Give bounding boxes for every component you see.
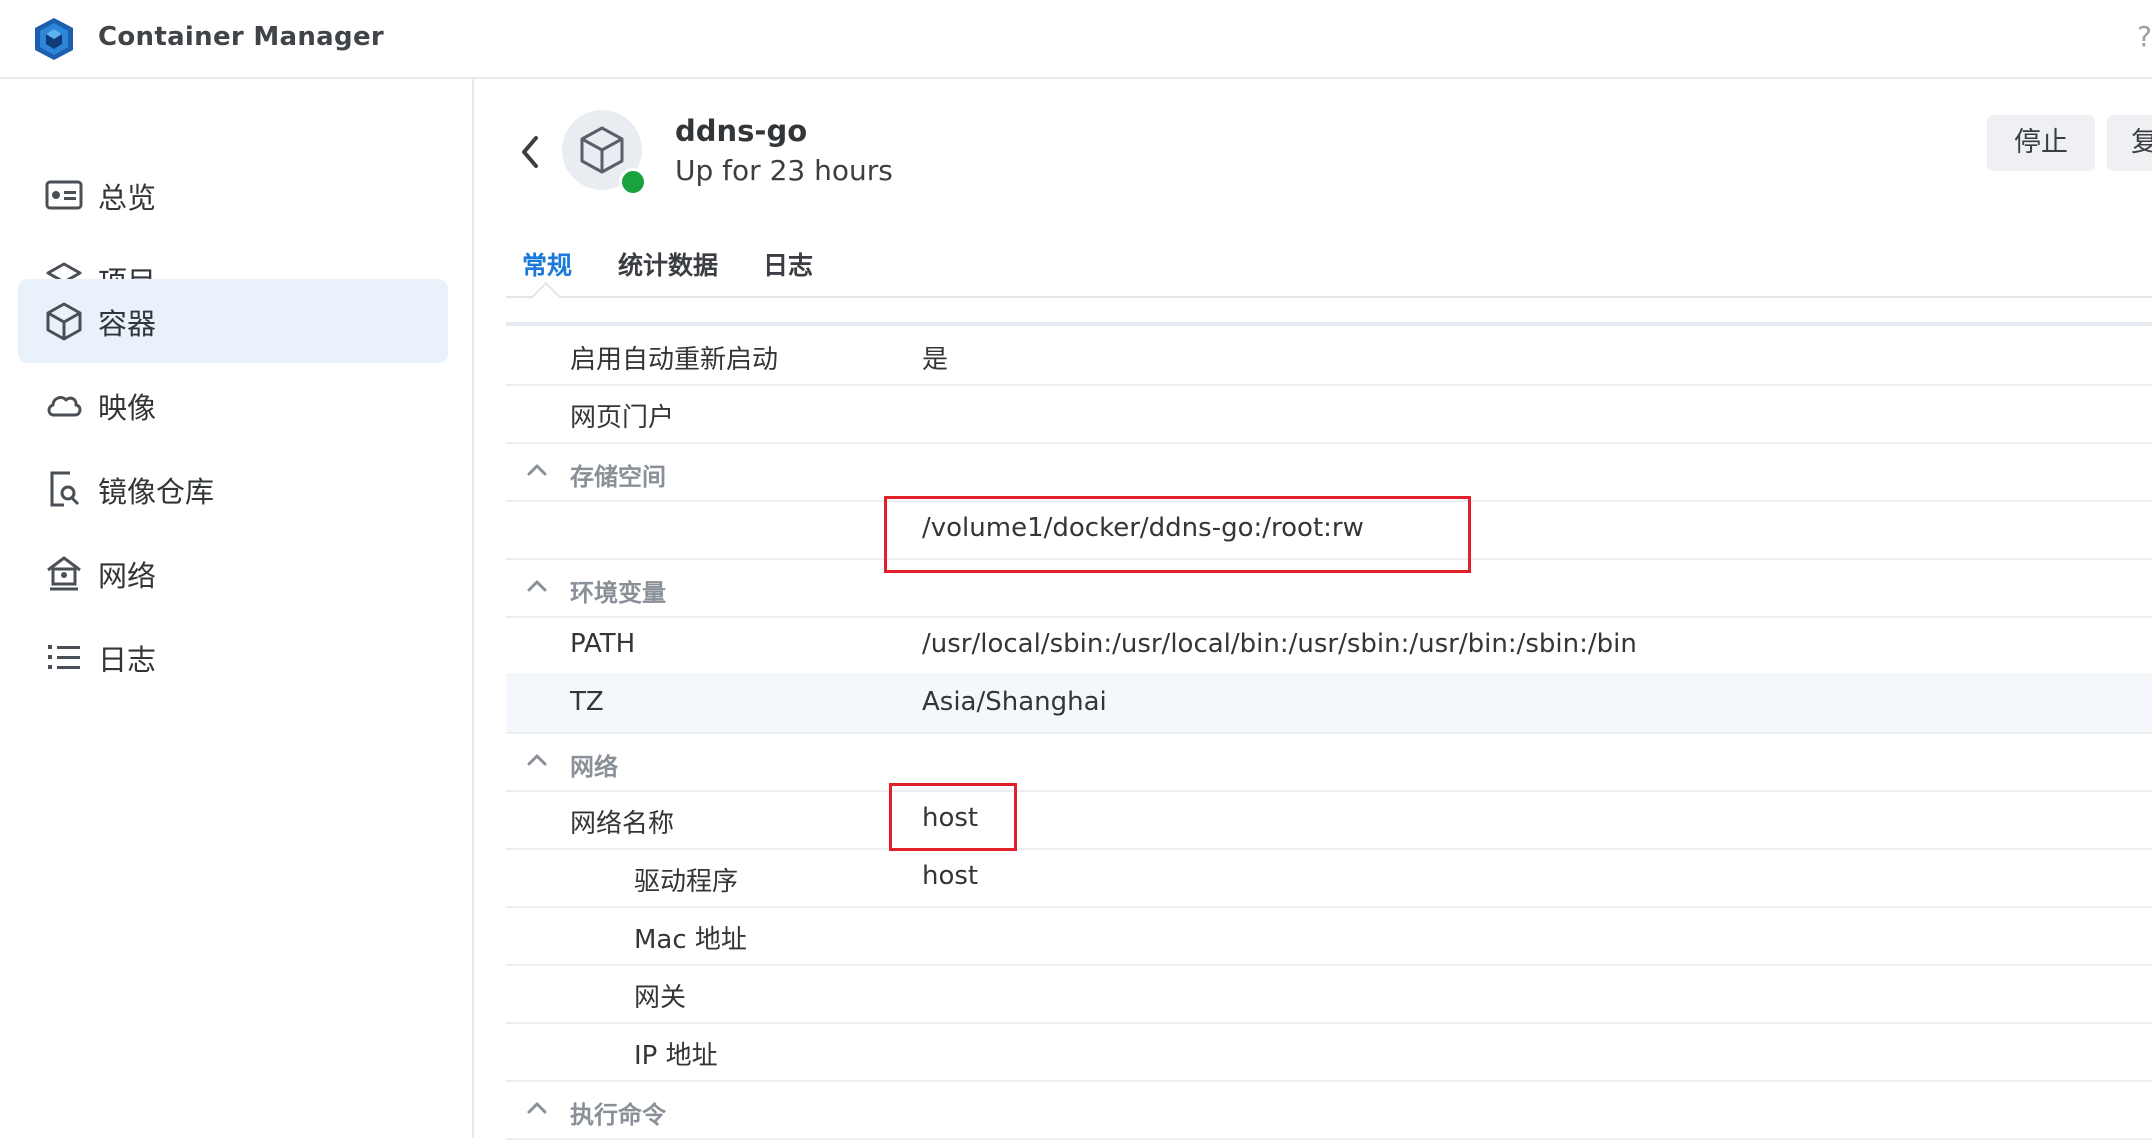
sidebar-item-registry[interactable]: 镜像仓库: [18, 447, 448, 531]
divider: [506, 322, 2152, 326]
tab-statistics[interactable]: 统计数据: [618, 246, 718, 282]
dashboard-icon: [45, 180, 83, 210]
registry-search-icon: [50, 471, 80, 507]
env-row-tz: TZ Asia/Shanghai: [506, 675, 2152, 734]
section-title: 执行命令: [570, 1101, 666, 1129]
app-title: Container Manager: [98, 22, 384, 52]
help-button[interactable]: ?: [2137, 20, 2152, 53]
section-network[interactable]: 网络: [506, 733, 2152, 792]
highlight-box-network-name: [889, 783, 1017, 851]
sidebar-item-label: 网络: [98, 559, 157, 593]
env-row-path: PATH /usr/local/sbin:/usr/local/bin:/usr…: [506, 617, 2152, 676]
row-label: Mac 地址: [634, 925, 747, 955]
sidebar-item-logs[interactable]: 日志: [18, 615, 448, 699]
network-row-mac: Mac 地址: [506, 907, 2152, 966]
copy-button[interactable]: 复: [2107, 115, 2152, 171]
tab-logs[interactable]: 日志: [763, 246, 813, 282]
stop-button[interactable]: 停止: [1987, 115, 2095, 171]
env-value: Asia/Shanghai: [922, 687, 1107, 717]
section-title: 存储空间: [570, 463, 666, 491]
row-label: 网络名称: [570, 809, 675, 839]
title-bar: Container Manager ?: [0, 0, 2152, 79]
env-value: /usr/local/sbin:/usr/local/bin:/usr/sbin…: [922, 629, 1637, 659]
row-label: 网关: [634, 983, 687, 1013]
chevron-up-icon: [527, 580, 547, 592]
highlight-box-volume: [884, 496, 1471, 573]
container-name: ddns-go: [675, 114, 808, 148]
sidebar-item-network[interactable]: 网络: [18, 531, 448, 615]
sidebar-item-containers[interactable]: 容器: [18, 279, 448, 363]
chevron-up-icon: [527, 464, 547, 476]
sidebar-item-label: 容器: [98, 307, 157, 341]
sidebar-item-label: 日志: [98, 643, 157, 677]
chevron-up-icon: [527, 754, 547, 766]
cloud-icon: [47, 396, 82, 417]
network-house-icon: [47, 556, 81, 591]
section-title: 环境变量: [570, 579, 666, 607]
tab-bar: 常规 统计数据 日志: [506, 236, 2152, 298]
row-label: 启用自动重新启动: [570, 345, 779, 375]
back-chevron-icon[interactable]: [516, 130, 546, 174]
section-exec-command[interactable]: 执行命令: [506, 1081, 2152, 1140]
tab-general[interactable]: 常规: [522, 246, 572, 282]
sidebar-item-label: 镜像仓库: [98, 475, 215, 509]
network-row-driver: 驱动程序 host: [506, 849, 2152, 908]
network-row-name: 网络名称 host: [506, 791, 2152, 850]
row-value: 是: [922, 345, 949, 375]
sidebar-item-images[interactable]: 映像: [18, 363, 448, 447]
env-key: PATH: [570, 629, 636, 659]
sidebar-item-label: 映像: [98, 391, 157, 425]
sidebar-item-overview[interactable]: 总览: [18, 153, 448, 237]
sidebar-item-label: 总览: [98, 181, 157, 215]
section-title: 网络: [570, 753, 618, 781]
env-key: TZ: [570, 687, 604, 717]
detail-row-web-portal: 网页门户: [506, 385, 2152, 444]
network-row-gateway: 网关: [506, 965, 2152, 1024]
container-status: Up for 23 hours: [675, 154, 893, 187]
running-status-dot: [619, 168, 647, 196]
row-label: 驱动程序: [634, 867, 739, 897]
row-label: IP 地址: [634, 1041, 718, 1071]
container-manager-logo-icon: [35, 18, 73, 60]
row-value: host: [922, 861, 979, 891]
network-row-ip: IP 地址: [506, 1023, 2152, 1082]
detail-row-auto-restart: 启用自动重新启动 是: [506, 327, 2152, 386]
section-storage[interactable]: 存储空间: [506, 443, 2152, 502]
sidebar: 总览 项目 容器 映像 镜像仓库: [0, 79, 474, 1138]
cube-icon: [580, 126, 624, 174]
chevron-up-icon: [527, 1102, 547, 1114]
list-icon: [48, 645, 80, 669]
cube-icon: [46, 302, 82, 341]
row-label: 网页门户: [570, 403, 675, 433]
